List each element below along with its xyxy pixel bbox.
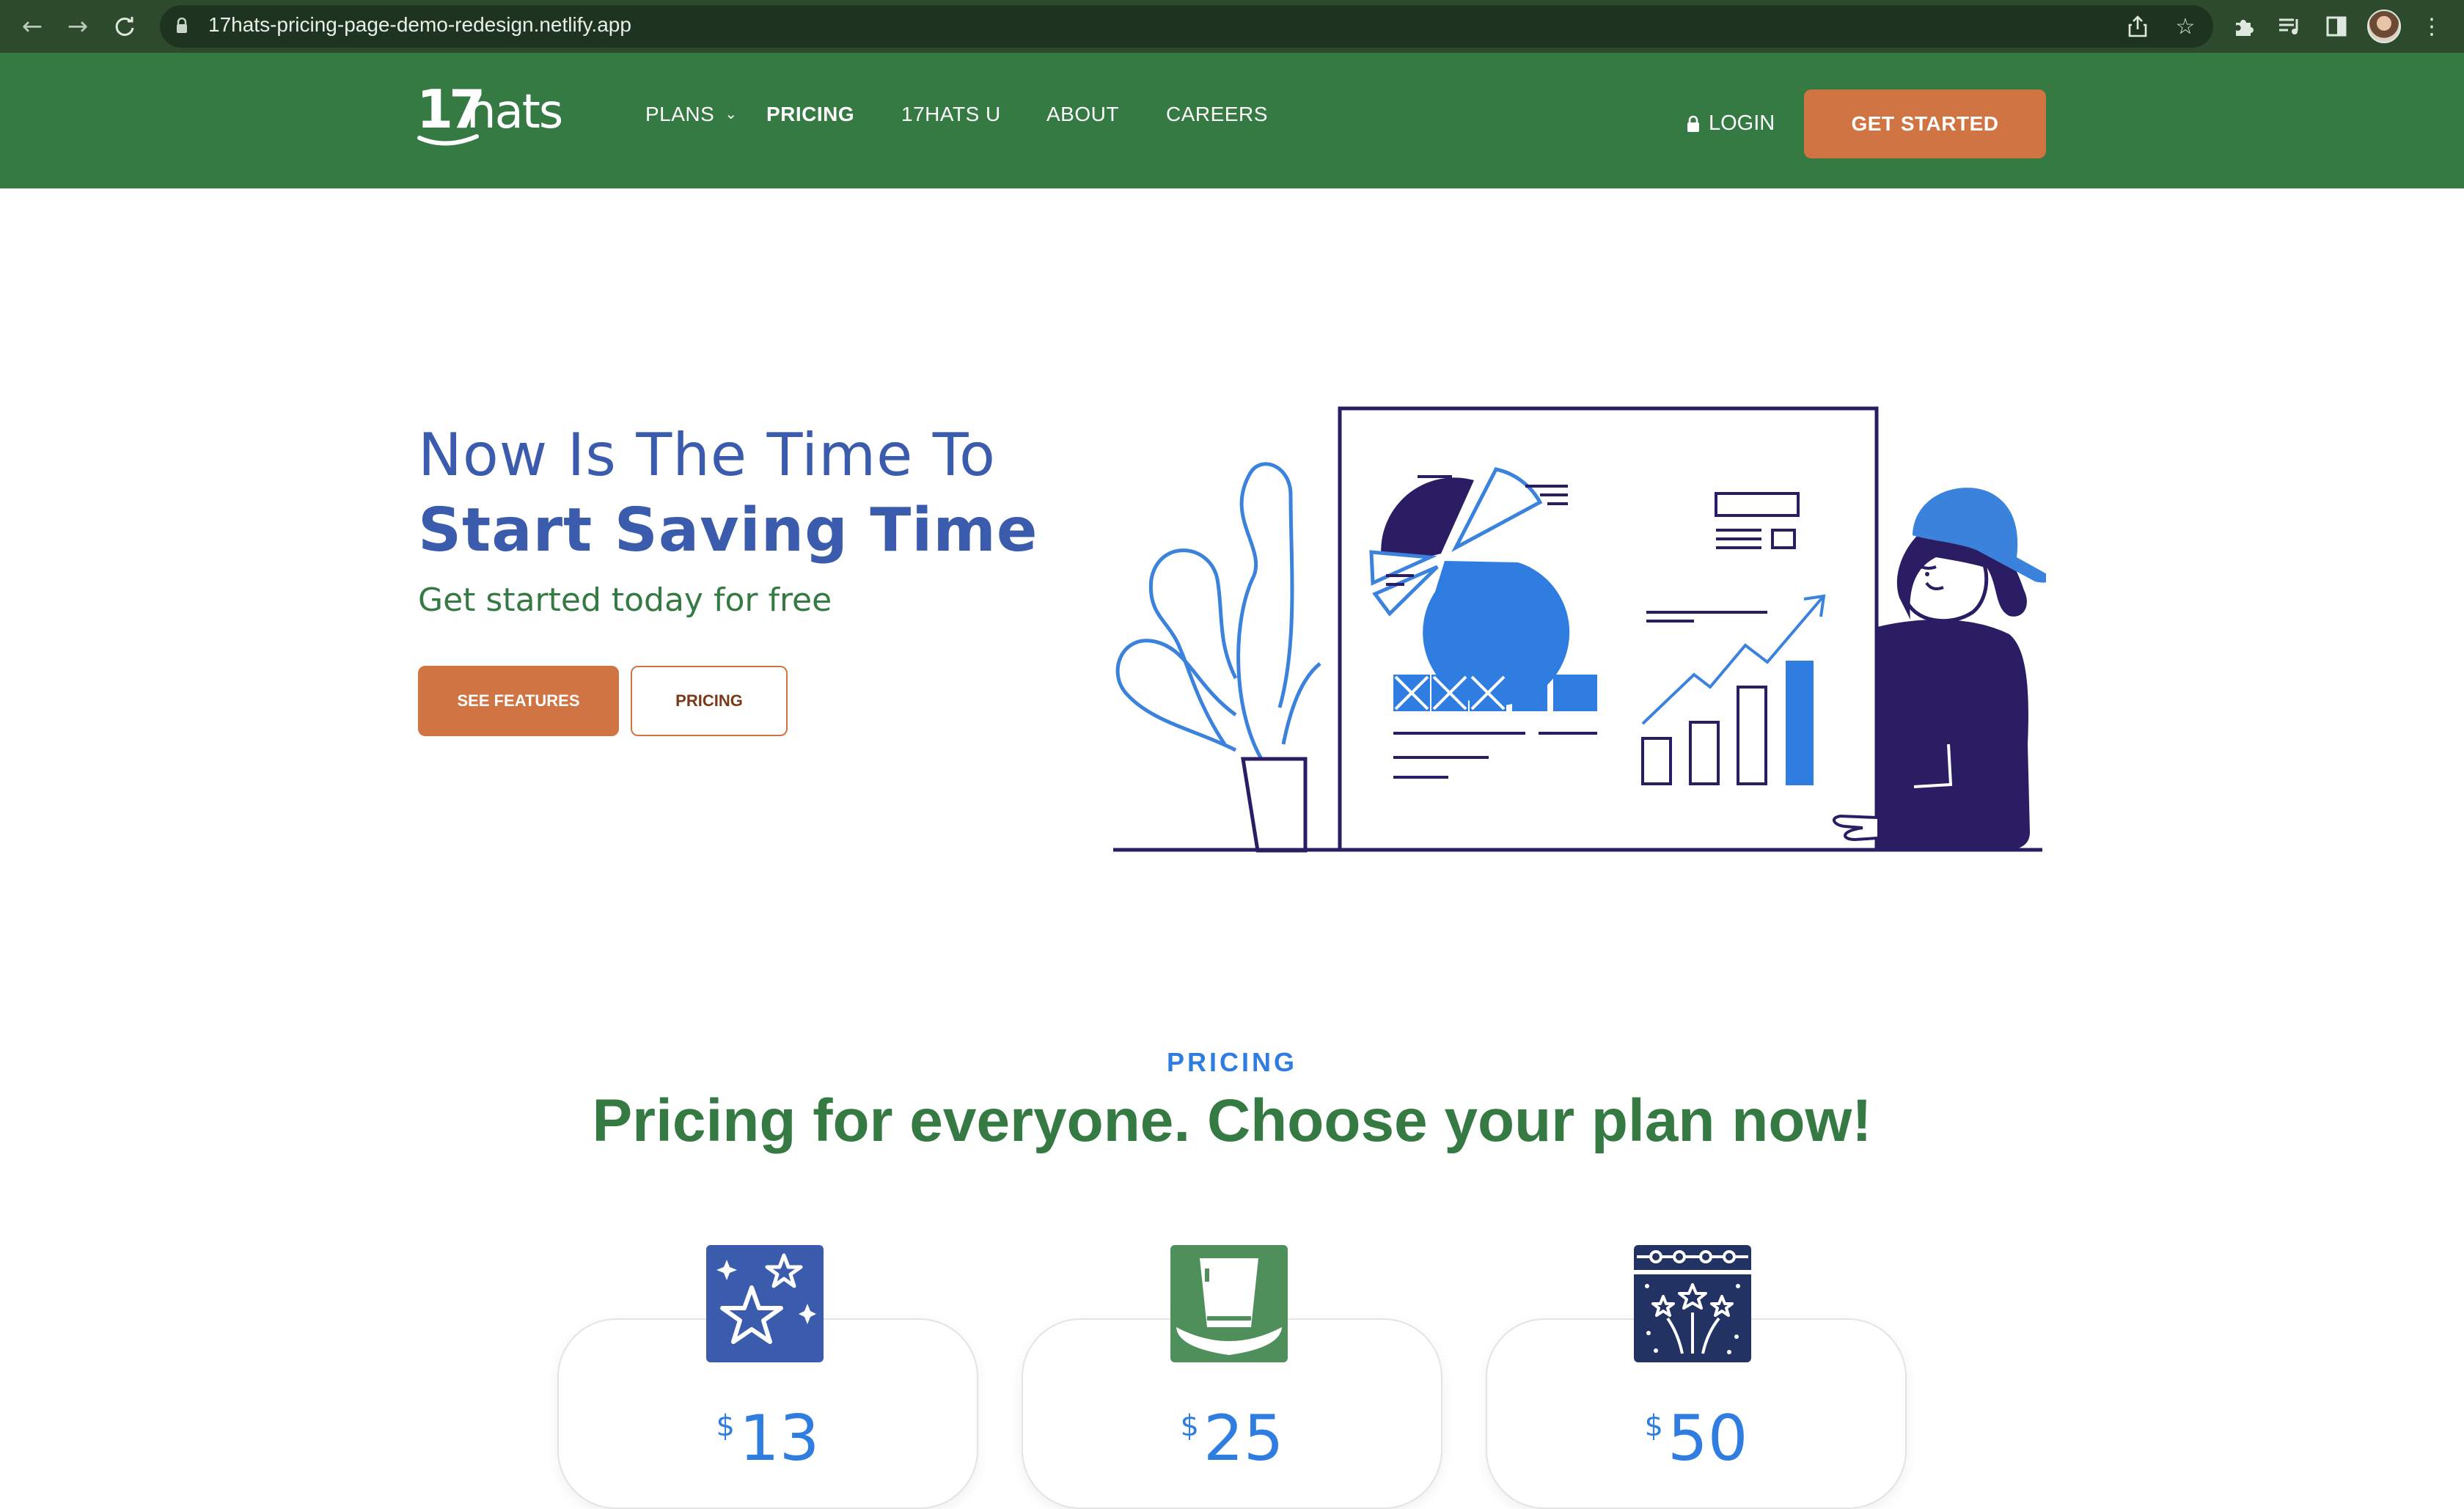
currency-symbol: $ [1180,1409,1199,1443]
price-value: 50 [1668,1402,1748,1475]
currency-symbol: $ [716,1409,735,1443]
lock-icon [1687,115,1699,132]
profile-avatar[interactable] [2367,10,2401,43]
forward-icon[interactable]: → [63,12,92,41]
star-icon[interactable]: ☆ [2171,12,2200,41]
url-text[interactable]: 17hats-pricing-page-demo-redesign.netlif… [208,13,631,37]
currency-symbol: $ [1644,1409,1663,1443]
menu-icon[interactable]: ⋮ [2417,12,2446,41]
media-icon[interactable] [2276,12,2305,41]
plan-price-pro: $25 [1022,1402,1442,1475]
chevron-down-icon: ⌄ [725,106,738,122]
login-link[interactable]: LOGIN [1687,111,1775,136]
calendar-fireworks-icon [1634,1245,1751,1362]
extensions-icon[interactable] [2229,12,2259,41]
nav-plans-label: PLANS [645,103,715,125]
hero-title-line1: Now Is The Time To [418,421,996,489]
17hats-logo[interactable]: 17hats 17 hats [417,82,571,148]
plant-illustration [1115,462,1321,760]
hero-subtitle: Get started today for free [418,581,832,619]
stars-icon [706,1245,824,1362]
plan-price-premium: $50 [1486,1402,1907,1475]
sidebar-icon[interactable] [2322,12,2351,41]
lock-icon [177,18,187,33]
reload-icon[interactable] [110,12,139,41]
get-started-button[interactable]: GET STARTED [1804,89,2046,158]
plan-price-basic: $13 [557,1402,978,1475]
svg-text:hats: hats [466,85,562,139]
top-hat-icon [1170,1245,1288,1362]
share-icon[interactable] [2123,12,2152,41]
nav-plans[interactable]: PLANS ⌄ [645,103,738,126]
pricing-heading: Pricing for everyone. Choose your plan n… [592,1087,1872,1154]
login-label: LOGIN [1709,111,1775,135]
browser-toolbar: ← → 17hats-pricing-page-demo-redesign.ne… [0,0,2464,53]
see-features-button[interactable]: SEE FEATURES [418,666,619,736]
pricing-eyebrow: PRICING [1166,1047,1297,1077]
price-value: 25 [1203,1402,1284,1475]
progress-blocks [1393,675,1597,711]
nav-careers[interactable]: CAREERS [1166,103,1268,126]
nav-pricing[interactable]: PRICING [766,103,854,126]
back-icon[interactable]: ← [18,12,47,41]
nav-about[interactable]: ABOUT [1046,103,1119,126]
hero-illustration [1113,406,2046,853]
price-value: 13 [739,1402,820,1475]
nav-17hats-u[interactable]: 17HATS U [901,103,1001,126]
pricing-button[interactable]: PRICING [631,666,788,736]
hero-title-line2: Start Saving Time [418,496,1038,565]
